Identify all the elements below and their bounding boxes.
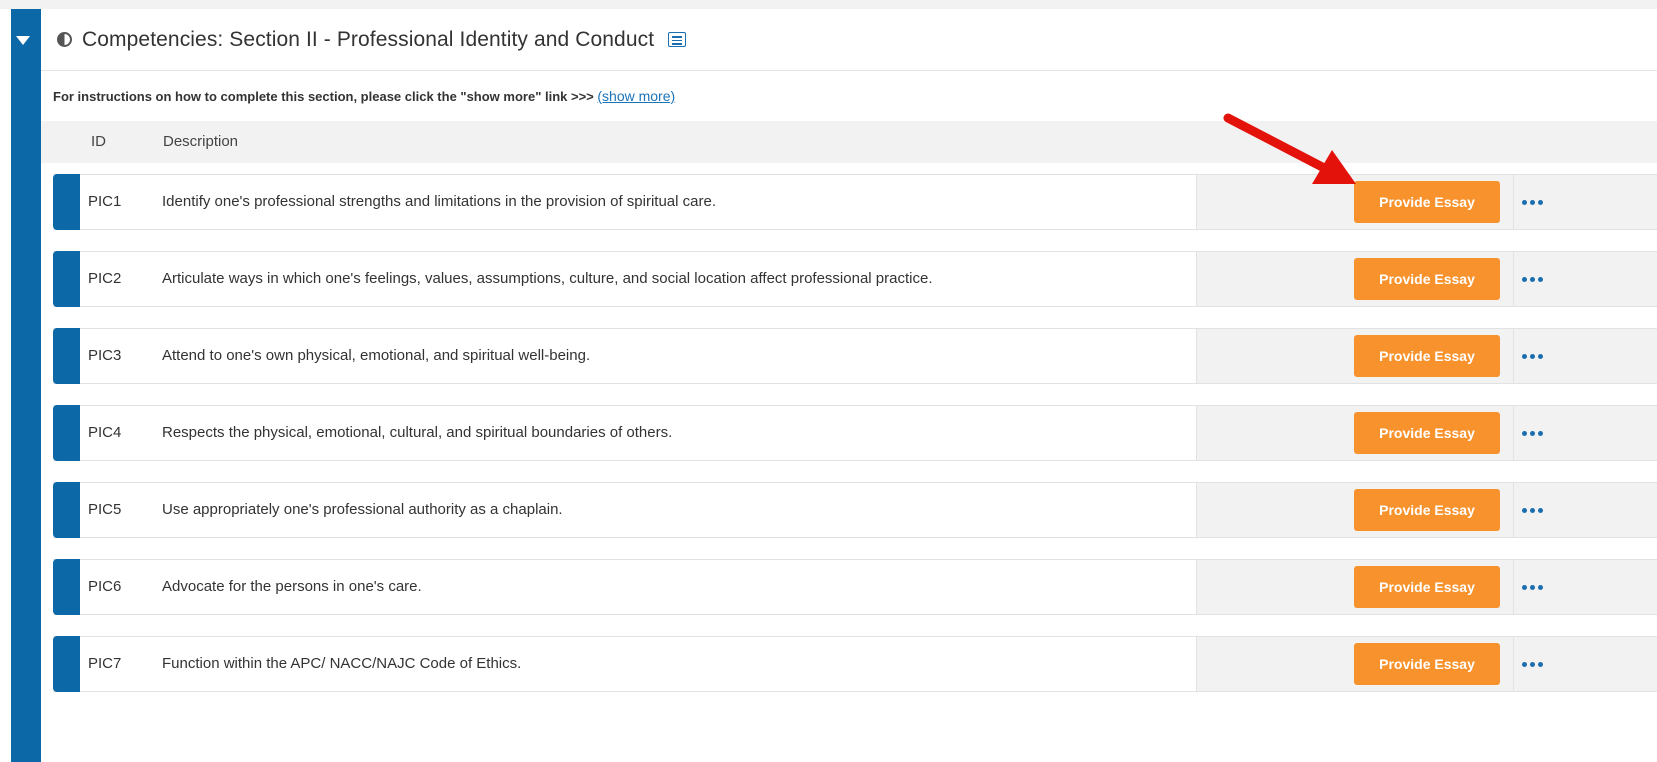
section-accent-bar bbox=[11, 9, 41, 762]
row-separator bbox=[1513, 483, 1514, 537]
row-id: PIC5 bbox=[88, 501, 122, 518]
row-accent bbox=[53, 251, 80, 307]
row-accent bbox=[53, 405, 80, 461]
provide-essay-button[interactable]: Provide Essay bbox=[1354, 412, 1500, 454]
row-id: PIC1 bbox=[88, 193, 122, 210]
half-circle-icon bbox=[57, 32, 72, 47]
ellipsis-icon[interactable] bbox=[1517, 572, 1547, 602]
provide-essay-button[interactable]: Provide Essay bbox=[1354, 258, 1500, 300]
ellipsis-icon[interactable] bbox=[1517, 341, 1547, 371]
table-row: PIC5 Use appropriately one's professiona… bbox=[53, 482, 1657, 538]
top-strip bbox=[0, 0, 1657, 9]
row-description: Identify one's professional strengths an… bbox=[162, 193, 716, 210]
row-separator bbox=[1513, 406, 1514, 460]
table-row: PIC2 Articulate ways in which one's feel… bbox=[53, 251, 1657, 307]
red-arrow-icon bbox=[1223, 113, 1356, 184]
page: Competencies: Section II - Professional … bbox=[0, 0, 1657, 762]
row-accent bbox=[53, 482, 80, 538]
row-separator bbox=[1513, 175, 1514, 229]
row-description: Respects the physical, emotional, cultur… bbox=[162, 424, 673, 441]
section-title: Competencies: Section II - Professional … bbox=[82, 27, 655, 51]
provide-essay-button[interactable]: Provide Essay bbox=[1354, 566, 1500, 608]
ellipsis-icon[interactable] bbox=[1517, 187, 1547, 217]
row-accent bbox=[53, 559, 80, 615]
section-header: Competencies: Section II - Professional … bbox=[41, 9, 1657, 71]
row-accent bbox=[53, 328, 80, 384]
provide-essay-button[interactable]: Provide Essay bbox=[1354, 643, 1500, 685]
ellipsis-icon[interactable] bbox=[1517, 495, 1547, 525]
row-id: PIC6 bbox=[88, 578, 122, 595]
table-row: PIC7 Function within the APC/ NACC/NAJC … bbox=[53, 636, 1657, 692]
instructions: For instructions on how to complete this… bbox=[53, 88, 675, 104]
provide-essay-button[interactable]: Provide Essay bbox=[1354, 335, 1500, 377]
table-row: PIC1 Identify one's professional strengt… bbox=[53, 174, 1657, 230]
column-header-description: Description bbox=[163, 133, 239, 150]
row-accent bbox=[53, 636, 80, 692]
ellipsis-icon[interactable] bbox=[1517, 649, 1547, 679]
provide-essay-button[interactable]: Provide Essay bbox=[1354, 181, 1500, 223]
column-header-id: ID bbox=[91, 133, 106, 150]
table-row: PIC4 Respects the physical, emotional, c… bbox=[53, 405, 1657, 461]
row-separator bbox=[1513, 637, 1514, 691]
table-row: PIC6 Advocate for the persons in one's c… bbox=[53, 559, 1657, 615]
table-header: ID Description bbox=[41, 121, 1657, 163]
row-description: Articulate ways in which one's feelings,… bbox=[162, 270, 933, 287]
row-separator bbox=[1513, 252, 1514, 306]
row-id: PIC7 bbox=[88, 655, 122, 672]
caret-down-icon[interactable] bbox=[16, 36, 30, 45]
row-description: Function within the APC/ NACC/NAJC Code … bbox=[162, 655, 522, 672]
show-more-link[interactable]: (show more) bbox=[597, 88, 675, 104]
row-description: Advocate for the persons in one's care. bbox=[162, 578, 422, 595]
list-icon[interactable] bbox=[668, 32, 687, 47]
row-id: PIC3 bbox=[88, 347, 122, 364]
row-separator bbox=[1513, 329, 1514, 383]
ellipsis-icon[interactable] bbox=[1517, 264, 1547, 294]
instructions-text: For instructions on how to complete this… bbox=[53, 89, 598, 104]
row-description: Attend to one's own physical, emotional,… bbox=[162, 347, 591, 364]
row-accent bbox=[53, 174, 80, 230]
provide-essay-button[interactable]: Provide Essay bbox=[1354, 489, 1500, 531]
ellipsis-icon[interactable] bbox=[1517, 418, 1547, 448]
row-separator bbox=[1513, 560, 1514, 614]
row-description: Use appropriately one's professional aut… bbox=[162, 501, 563, 518]
row-id: PIC2 bbox=[88, 270, 122, 287]
table-row: PIC3 Attend to one's own physical, emoti… bbox=[53, 328, 1657, 384]
row-id: PIC4 bbox=[88, 424, 122, 441]
